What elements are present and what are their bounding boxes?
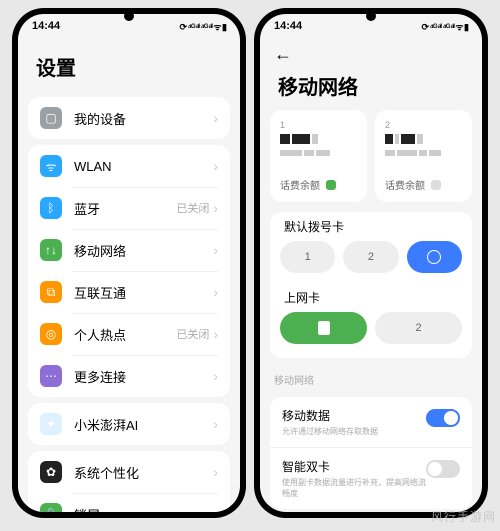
chevron-right-icon: › [213,158,218,174]
chevron-right-icon: › [213,284,218,300]
chevron-right-icon: › [213,110,218,126]
row-label: 我的设备 [74,109,213,128]
settings-row-bluetooth[interactable]: ᛒ 蓝牙已关闭› [28,187,230,229]
page-title: 设置 [18,38,240,91]
chevron-right-icon: › [213,200,218,216]
mobile-network-section-header: 移动网络 [260,364,482,391]
camera-notch [124,11,134,21]
settings-row-interconnect[interactable]: ⧉ 互联互通› [28,271,230,313]
row-label: 更多连接 [74,367,213,386]
status-icons: ⟳ ⁴ᴳ ᵃˡˡ ⁴ᴳ ᵃˡˡ ᯤ ▮ [421,20,468,33]
settings-group: ✦ 小米澎湃AI› [28,403,230,445]
settings-group: ▢ 我的设备› [28,97,230,139]
row-label: 系统个性化 [74,463,213,482]
row-label: 互联互通 [74,283,213,302]
chevron-right-icon: › [213,506,218,512]
chevron-right-icon: › [213,416,218,432]
smart-dual-row[interactable]: 智能双卡 使用副卡数据流量进行补充，提高网络流畅度 [270,447,472,509]
smart-dual-label: 智能双卡 [282,458,426,475]
camera-notch [366,11,376,21]
sim-number-mask [385,150,462,156]
sim-name-mask [385,134,462,144]
row-label: 锁屏 [74,505,213,513]
balance-indicator-icon [326,180,336,190]
data-card-label: 上网卡 [270,283,472,312]
sim-card-2[interactable]: 2 话费余额 [375,110,472,202]
settings-group: ✿系统个性化›🔒锁屏›▭通知与状态栏›⌂桌面›◐显示与亮度› [28,451,230,512]
chevron-right-icon: › [213,326,218,342]
screen-settings: 14:44 ⟳ ⁴ᴳ ᵃˡˡ ⁴ᴳ ᵃˡˡ ᯤ ▮ 设置 ▢我的设备›ᯤWLAN… [18,14,240,512]
settings-group: ᯤWLAN›ᛒ蓝牙已关闭›↑↓移动网络›⧉互联互通›◎个人热点已关闭›⋯更多连接… [28,145,230,397]
sim-balance-label: 话费余额 [280,177,357,192]
chevron-right-icon: › [213,464,218,480]
row-extra: 已关闭 [176,200,209,216]
settings-row-personalize[interactable]: ✿ 系统个性化› [28,451,230,493]
row-label: 蓝牙 [74,199,176,218]
screen-mobile-network: 14:44 ⟳ ⁴ᴳ ᵃˡˡ ⁴ᴳ ᵃˡˡ ᯤ ▮ ← 移动网络 1 [260,14,482,512]
dial-choice-auto[interactable] [407,241,462,273]
chevron-right-icon: › [213,368,218,384]
back-icon[interactable]: ← [274,44,292,65]
hotspot-icon: ◎ [40,323,62,345]
phone-right: 14:44 ⟳ ⁴ᴳ ᵃˡˡ ⁴ᴳ ᵃˡˡ ᯤ ▮ ← 移动网络 1 [254,8,488,518]
wlan-icon: ᯤ [40,155,62,177]
row-label: WLAN [74,159,213,174]
lockscreen-icon: 🔒 [40,503,62,512]
row-extra: 已关闭 [176,326,209,342]
data-choice-2[interactable]: 2 [375,312,462,344]
page-title: 移动网络 [260,67,482,110]
settings-row-hotspot[interactable]: ◎ 个人热点已关闭› [28,313,230,355]
settings-row-more-connection[interactable]: ⋯ 更多连接› [28,355,230,397]
chevron-right-icon: › [213,242,218,258]
device-icon: ▢ [40,107,62,129]
phone-left: 14:44 ⟳ ⁴ᴳ ᵃˡˡ ⁴ᴳ ᵃˡˡ ᯤ ▮ 设置 ▢我的设备›ᯤWLAN… [12,8,246,518]
mobile-network-icon: ↑↓ [40,239,62,261]
sim-card-1[interactable]: 1 话费余额 [270,110,367,202]
row-label: 个人热点 [74,325,176,344]
watermark: 风行手游网 [431,508,496,525]
mobile-data-sub: 允许通过移动网络存取数据 [282,426,426,437]
sim-balance-label: 话费余额 [385,177,462,192]
balance-indicator-icon [431,180,441,190]
status-icons: ⟳ ⁴ᴳ ᵃˡˡ ⁴ᴳ ᵃˡˡ ᯤ ▮ [179,20,226,33]
settings-row-lockscreen[interactable]: 🔒 锁屏› [28,493,230,512]
sim-number: 1 [280,120,357,130]
dial-choice-2[interactable]: 2 [343,241,398,273]
settings-row-device[interactable]: ▢ 我的设备› [28,97,230,139]
smart-dual-sub: 使用副卡数据流量进行补充，提高网络流畅度 [282,477,426,499]
interconnect-icon: ⧉ [40,281,62,303]
settings-row-mobile-network[interactable]: ↑↓ 移动网络› [28,229,230,271]
default-dial-label: 默认拨号卡 [270,212,472,241]
settings-row-xiaomi-ai[interactable]: ✦ 小米澎湃AI› [28,403,230,445]
bluetooth-icon: ᛒ [40,197,62,219]
default-dial-choice: 1 2 [270,241,472,283]
mobile-data-label: 移动数据 [282,407,426,424]
xiaomi-ai-icon: ✦ [40,413,62,435]
smart-dual-toggle[interactable] [426,460,460,478]
mobile-data-toggle[interactable] [426,409,460,427]
settings-row-wlan[interactable]: ᯤ WLAN› [28,145,230,187]
sim-number-mask [280,150,357,156]
row-label: 移动网络 [74,241,213,260]
dial-choice-1[interactable]: 1 [280,241,335,273]
clock: 14:44 [32,20,60,32]
data-card-choice: 2 [270,312,472,354]
data-choice-1[interactable] [280,312,367,344]
more-connection-icon: ⋯ [40,365,62,387]
auto-icon [427,250,441,264]
sim1-icon [318,321,330,335]
personalize-icon: ✿ [40,461,62,483]
row-label: 小米澎湃AI [74,415,213,434]
mobile-data-row[interactable]: 移动数据 允许通过移动网络存取数据 [270,397,472,447]
sim-number: 2 [385,120,462,130]
clock: 14:44 [274,20,302,32]
sim-name-mask [280,134,357,144]
